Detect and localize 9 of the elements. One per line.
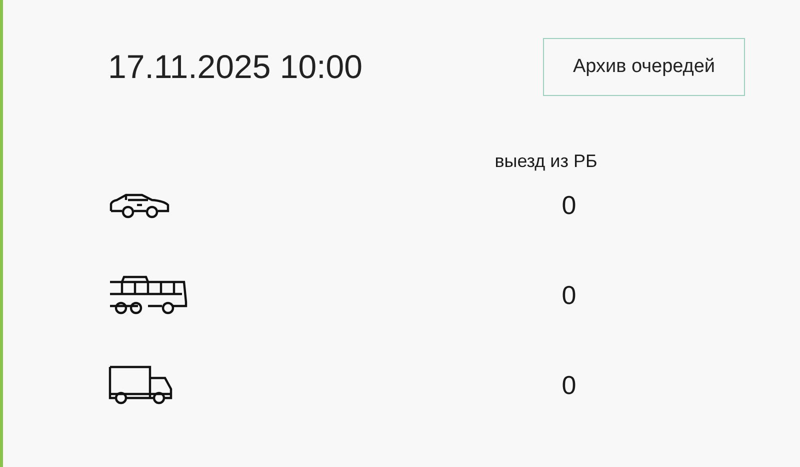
- truck-icon: [108, 364, 174, 406]
- car-icon: [108, 191, 172, 219]
- column-header: выезд из РБ: [494, 151, 598, 172]
- count-value: 0: [560, 370, 578, 400]
- date-time: 17.11.2025 10:00: [108, 48, 362, 86]
- archive-button[interactable]: Архив очередей: [543, 38, 745, 96]
- count-value: 0: [560, 190, 578, 220]
- bus-icon: [108, 274, 188, 316]
- count-value: 0: [560, 280, 578, 310]
